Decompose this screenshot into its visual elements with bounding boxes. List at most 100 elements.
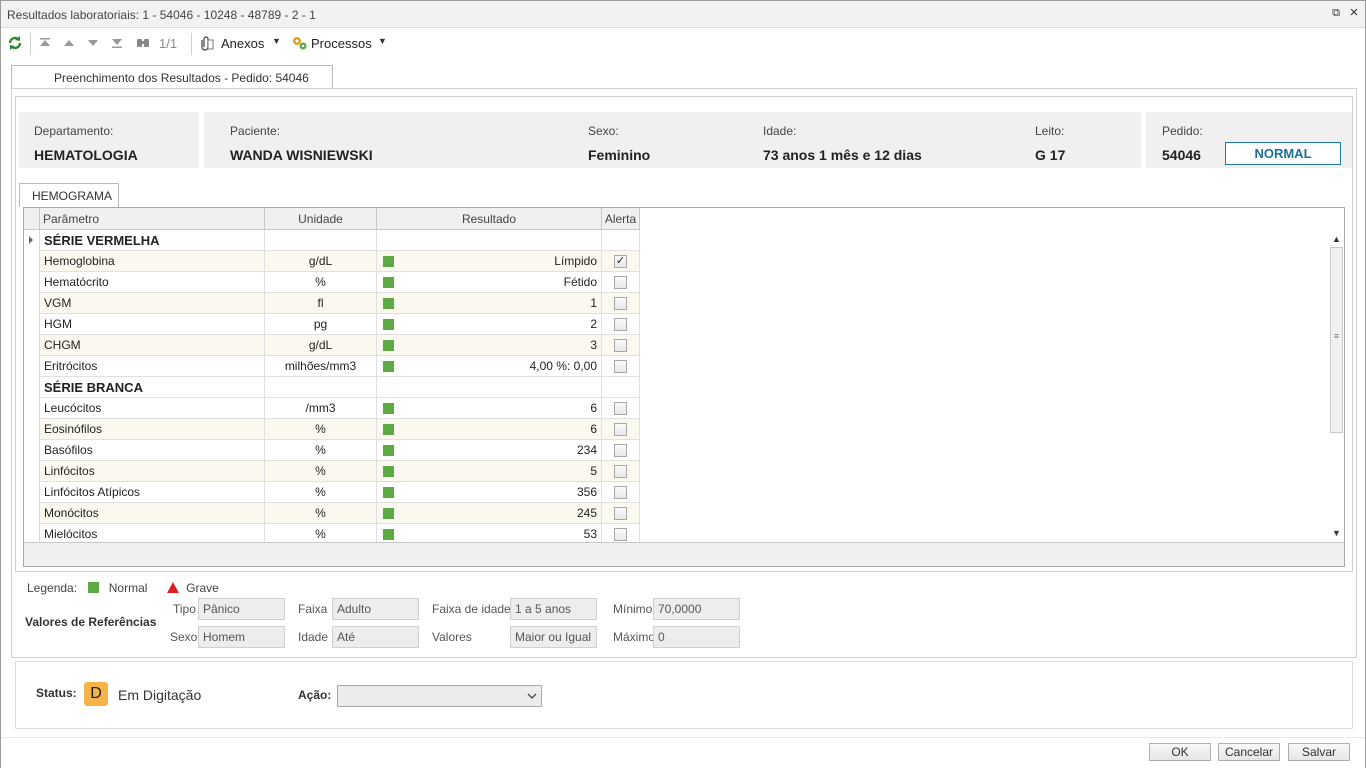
alert-checkbox[interactable] — [614, 507, 627, 520]
table-row[interactable]: Basófilos% 234 — [24, 440, 640, 461]
result-cell[interactable]: 356 — [377, 482, 602, 503]
alert-checkbox[interactable] — [614, 486, 627, 499]
row-selector[interactable] — [24, 419, 40, 440]
alert-checkbox[interactable]: ✓ — [614, 255, 627, 268]
row-selector[interactable] — [24, 461, 40, 482]
chevron-down-icon[interactable] — [527, 690, 537, 704]
row-selector[interactable] — [24, 440, 40, 461]
alert-cell — [602, 524, 640, 542]
result-cell[interactable]: 2 — [377, 314, 602, 335]
row-selector[interactable] — [24, 314, 40, 335]
row-selector[interactable] — [24, 377, 40, 398]
cancel-button[interactable]: Cancelar — [1218, 743, 1280, 761]
normal-status-icon — [383, 256, 394, 267]
status-label: Status: — [36, 686, 77, 700]
alert-checkbox[interactable] — [614, 297, 627, 310]
header-alerta[interactable]: Alerta — [602, 208, 640, 230]
row-selector[interactable] — [24, 482, 40, 503]
processos-menu[interactable]: Processos — [311, 36, 372, 51]
first-record-icon[interactable] — [37, 35, 53, 51]
table-row[interactable]: Leucócitos/mm3 6 — [24, 398, 640, 419]
next-record-icon[interactable] — [85, 35, 101, 51]
result-cell[interactable]: 6 — [377, 398, 602, 419]
unit-cell: % — [265, 440, 377, 461]
normal-status-icon — [383, 424, 394, 435]
table-row[interactable]: Eosinófilos% 6 — [24, 419, 640, 440]
result-cell[interactable]: 4,00 %: 0,00 — [377, 356, 602, 377]
param-cell: Eritrócitos — [40, 356, 265, 377]
result-cell[interactable]: 234 — [377, 440, 602, 461]
alert-checkbox[interactable] — [614, 402, 627, 415]
scroll-down-icon[interactable]: ▼ — [1328, 526, 1344, 540]
group-row[interactable]: SÉRIE BRANCA — [24, 377, 640, 398]
normal-status-icon — [383, 466, 394, 477]
vertical-scrollbar[interactable]: ▲ ≡ ▼ — [1328, 230, 1344, 542]
row-selector[interactable] — [24, 230, 40, 251]
alert-checkbox[interactable] — [614, 528, 627, 541]
table-row[interactable]: Linfócitos% 5 — [24, 461, 640, 482]
table-row[interactable]: Hemoglobina g/dL Límpido ✓ — [24, 251, 640, 272]
group-row[interactable]: SÉRIE VERMELHA — [24, 230, 640, 251]
scroll-up-icon[interactable]: ▲ — [1328, 232, 1344, 246]
alert-checkbox[interactable] — [614, 465, 627, 478]
ok-button[interactable]: OK — [1149, 743, 1211, 761]
header-unidade[interactable]: Unidade — [265, 208, 377, 230]
paperclip-icon[interactable] — [199, 35, 215, 51]
normal-status-icon — [383, 319, 394, 330]
row-selector[interactable] — [24, 524, 40, 542]
alert-checkbox[interactable] — [614, 318, 627, 331]
table-row[interactable]: Hematócrito% Fétido — [24, 272, 640, 293]
table-row[interactable]: Monócitos% 245 — [24, 503, 640, 524]
result-cell[interactable]: Fétido — [377, 272, 602, 293]
tab-preenchimento[interactable]: Preenchimento dos Resultados - Pedido: 5… — [11, 65, 333, 89]
alert-checkbox[interactable] — [614, 423, 627, 436]
refresh-icon[interactable] — [7, 35, 23, 51]
save-button[interactable]: Salvar — [1288, 743, 1350, 761]
table-row[interactable]: Linfócitos Atípicos% 356 — [24, 482, 640, 503]
row-selector[interactable] — [24, 272, 40, 293]
alert-checkbox[interactable] — [614, 444, 627, 457]
result-cell[interactable]: 5 — [377, 461, 602, 482]
header-parametro[interactable]: Parâmetro — [40, 208, 265, 230]
row-selector[interactable] — [24, 251, 40, 272]
row-selector[interactable] — [24, 356, 40, 377]
result-cell[interactable]: 53 — [377, 524, 602, 542]
acao-select[interactable] — [337, 685, 542, 707]
tab-preenchimento-label: Preenchimento dos Resultados - Pedido: 5… — [54, 71, 309, 85]
row-selector[interactable] — [24, 503, 40, 524]
result-value: 2 — [590, 317, 597, 331]
result-value: 5 — [590, 464, 597, 478]
processos-dropdown-icon[interactable]: ▼ — [378, 36, 387, 46]
close-icon[interactable]: × — [1347, 5, 1361, 20]
scroll-thumb[interactable]: ≡ — [1330, 247, 1343, 433]
result-cell[interactable]: 6 — [377, 419, 602, 440]
result-cell[interactable]: 3 — [377, 335, 602, 356]
tab-hemograma[interactable]: HEMOGRAMA — [19, 183, 119, 207]
table-row[interactable]: VGM fl 1 — [24, 293, 640, 314]
anexos-dropdown-icon[interactable]: ▼ — [272, 36, 281, 46]
result-cell[interactable]: Límpido — [377, 251, 602, 272]
anexos-menu[interactable]: Anexos — [221, 36, 264, 51]
result-cell[interactable]: 1 — [377, 293, 602, 314]
restore-icon[interactable]: ⧉ — [1329, 6, 1343, 20]
normal-status-icon — [383, 529, 394, 540]
last-record-icon[interactable] — [109, 35, 125, 51]
row-selector[interactable] — [24, 335, 40, 356]
result-cell[interactable]: 245 — [377, 503, 602, 524]
alert-checkbox[interactable] — [614, 276, 627, 289]
header-resultado[interactable]: Resultado — [377, 208, 602, 230]
previous-record-icon[interactable] — [61, 35, 77, 51]
param-cell: Linfócitos — [40, 461, 265, 482]
row-selector[interactable] — [24, 293, 40, 314]
table-row[interactable]: Mielócitos% 53 — [24, 524, 640, 542]
normal-status-icon — [383, 445, 394, 456]
row-selector[interactable] — [24, 398, 40, 419]
table-row[interactable]: Eritrócitos milhões/mm3 4,00 %: 0,00 — [24, 356, 640, 377]
alert-checkbox[interactable] — [614, 360, 627, 373]
binoculars-icon[interactable] — [135, 35, 151, 51]
alert-checkbox[interactable] — [614, 339, 627, 352]
header-selector — [24, 208, 40, 230]
gears-icon[interactable] — [291, 35, 307, 51]
table-row[interactable]: CHGM g/dL 3 — [24, 335, 640, 356]
table-row[interactable]: HGM pg 2 — [24, 314, 640, 335]
